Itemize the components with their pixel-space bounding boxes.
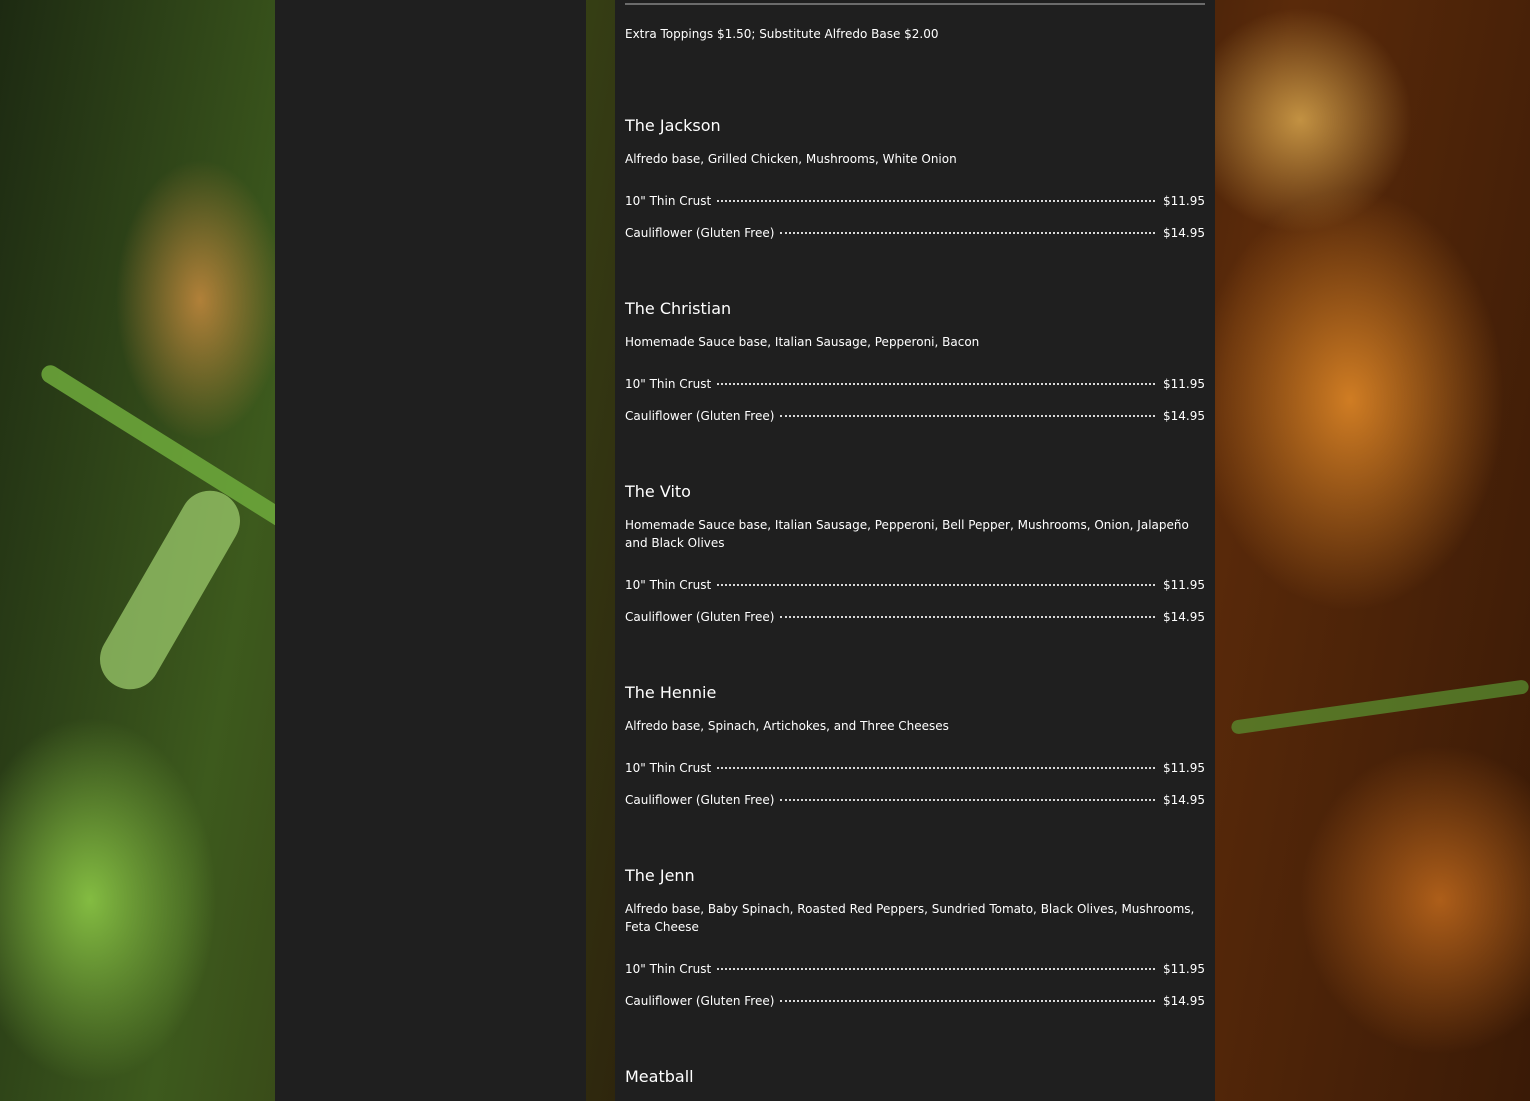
price-variant-label: Cauliflower (Gluten Free)	[625, 409, 775, 423]
price-row: 10" Thin Crust $11.95	[625, 961, 1205, 979]
price-value: $14.95	[1163, 409, 1205, 423]
price-row: 10" Thin Crust $11.95	[625, 577, 1205, 595]
dot-leader	[780, 222, 1155, 234]
background-food-photo-highlight	[89, 479, 251, 701]
menu-item-title: Meatball	[625, 1067, 694, 1086]
price-row: Cauliflower (Gluten Free) $14.95	[625, 609, 1205, 627]
dot-leader	[780, 789, 1155, 801]
price-variant-label: Cauliflower (Gluten Free)	[625, 226, 775, 240]
price-value: $11.95	[1163, 761, 1205, 775]
price-row: Cauliflower (Gluten Free) $14.95	[625, 993, 1205, 1011]
dot-leader	[780, 405, 1155, 417]
price-variant-label: 10" Thin Crust	[625, 578, 712, 592]
price-variant-label: Cauliflower (Gluten Free)	[625, 610, 775, 624]
menu-panel: Extra Toppings $1.50; Substitute Alfredo…	[615, 0, 1215, 1101]
menu-item-description: Homemade Sauce base, Italian Sausage, Pe…	[625, 335, 980, 349]
price-row: 10" Thin Crust $11.95	[625, 376, 1205, 394]
dot-leader	[717, 373, 1155, 385]
price-value: $14.95	[1163, 610, 1205, 624]
page: Extra Toppings $1.50; Substitute Alfredo…	[0, 0, 1530, 1101]
menu-item-title: The Jenn	[625, 866, 695, 885]
menu-item-description: Alfredo base, Grilled Chicken, Mushrooms…	[625, 152, 957, 166]
price-value: $11.95	[1163, 578, 1205, 592]
menu-item-title: The Vito	[625, 482, 691, 501]
price-row: Cauliflower (Gluten Free) $14.95	[625, 225, 1205, 243]
menu-note: Extra Toppings $1.50; Substitute Alfredo…	[625, 27, 939, 41]
dot-leader	[717, 958, 1155, 970]
dot-leader	[717, 574, 1155, 586]
price-row: Cauliflower (Gluten Free) $14.95	[625, 792, 1205, 810]
dot-leader	[780, 606, 1155, 618]
price-value: $11.95	[1163, 377, 1205, 391]
price-value: $14.95	[1163, 226, 1205, 240]
menu-item-description: Alfredo base, Baby Spinach, Roasted Red …	[625, 902, 1195, 934]
price-variant-label: 10" Thin Crust	[625, 194, 712, 208]
background-food-photo	[38, 361, 302, 537]
price-value: $14.95	[1163, 994, 1205, 1008]
side-panel	[275, 0, 586, 1101]
price-value: $11.95	[1163, 962, 1205, 976]
menu-item-title: The Jackson	[625, 116, 721, 135]
price-variant-label: Cauliflower (Gluten Free)	[625, 793, 775, 807]
price-variant-label: 10" Thin Crust	[625, 962, 712, 976]
price-variant-label: 10" Thin Crust	[625, 377, 712, 391]
dot-leader	[780, 990, 1155, 1002]
background-food-photo-stem	[1230, 679, 1530, 735]
price-row: 10" Thin Crust $11.95	[625, 760, 1205, 778]
price-row: 10" Thin Crust $11.95	[625, 193, 1205, 211]
menu-item-title: The Christian	[625, 299, 732, 318]
price-value: $11.95	[1163, 194, 1205, 208]
menu-item-description: Homemade Sauce base, Italian Sausage, Pe…	[625, 518, 1189, 550]
price-value: $14.95	[1163, 793, 1205, 807]
dot-leader	[717, 190, 1155, 202]
menu-item-title: The Hennie	[625, 683, 717, 702]
price-row: Cauliflower (Gluten Free) $14.95	[625, 408, 1205, 426]
divider	[625, 3, 1205, 5]
dot-leader	[717, 757, 1155, 769]
menu-item-description: Alfredo base, Spinach, Artichokes, and T…	[625, 719, 949, 733]
price-variant-label: 10" Thin Crust	[625, 761, 712, 775]
price-variant-label: Cauliflower (Gluten Free)	[625, 994, 775, 1008]
